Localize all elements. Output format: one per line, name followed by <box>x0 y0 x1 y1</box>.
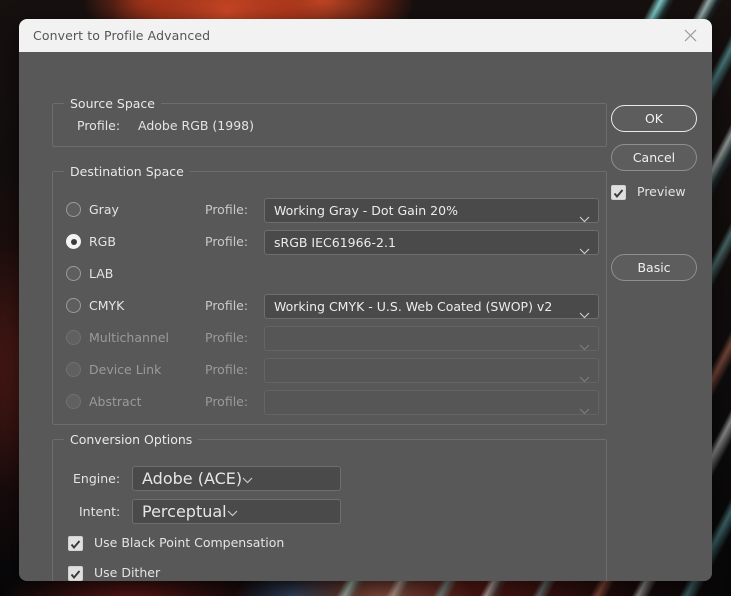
radio-label-rgb[interactable]: RGB <box>89 234 116 249</box>
profile-select-value-rgb: sRGB IEC61966-2.1 <box>274 235 396 250</box>
dialog-titlebar: Convert to Profile Advanced <box>19 19 712 52</box>
convert-to-profile-advanced-dialog: Convert to Profile Advanced Source Space… <box>19 19 712 581</box>
profile-select-device-link <box>264 358 599 383</box>
close-button[interactable] <box>668 19 712 52</box>
source-profile-label: Profile: <box>77 118 121 133</box>
profile-select-cmyk[interactable]: Working CMYK - U.S. Web Coated (SWOP) v2 <box>264 294 599 319</box>
dialog-body: Source Space Profile: Adobe RGB (1998) D… <box>19 52 712 581</box>
radio-label-gray[interactable]: Gray <box>89 202 119 217</box>
destination-space-group-title: Destination Space <box>64 164 190 179</box>
chevron-down-icon <box>579 240 590 259</box>
radio-rgb[interactable] <box>66 234 81 249</box>
chevron-down-icon <box>579 336 590 355</box>
radio-gray[interactable] <box>66 202 81 217</box>
conversion-options-group: Conversion Options Engine: Adobe (ACE) I… <box>52 432 607 581</box>
intent-label: Intent: <box>79 504 121 519</box>
engine-select-value: Adobe (ACE) <box>142 469 243 488</box>
profile-select-value-gray: Working Gray - Dot Gain 20% <box>274 203 458 218</box>
profile-select-abstract <box>264 390 599 415</box>
profile-label-abstract: Profile: <box>205 394 249 409</box>
radio-device-link <box>66 362 81 377</box>
chevron-down-icon <box>579 304 590 323</box>
destination-row-device-link: Device Link Profile: <box>53 358 606 384</box>
destination-row-multichannel: Multichannel Profile: <box>53 326 606 352</box>
radio-cmyk[interactable] <box>66 298 81 313</box>
checkbox-black-point-compensation[interactable] <box>68 536 83 551</box>
source-space-group-title: Source Space <box>64 96 161 111</box>
engine-label: Engine: <box>73 471 121 486</box>
destination-row-abstract: Abstract Profile: <box>53 390 606 416</box>
profile-label-cmyk: Profile: <box>205 298 249 313</box>
ok-button[interactable]: OK <box>611 105 697 132</box>
profile-label-gray: Profile: <box>205 202 249 217</box>
checkbox-label-use-dither: Use Dither <box>94 565 161 580</box>
desktop-background: Convert to Profile Advanced Source Space… <box>0 0 731 596</box>
chevron-down-icon <box>242 469 253 488</box>
radio-multichannel <box>66 330 81 345</box>
intent-select-value: Perceptual <box>142 502 227 521</box>
profile-select-value-cmyk: Working CMYK - U.S. Web Coated (SWOP) v2 <box>274 299 553 314</box>
cancel-button[interactable]: Cancel <box>611 144 697 171</box>
basic-button-label: Basic <box>637 260 671 275</box>
destination-row-rgb: RGB Profile: sRGB IEC61966-2.1 <box>53 230 606 256</box>
profile-select-rgb[interactable]: sRGB IEC61966-2.1 <box>264 230 599 255</box>
radio-label-cmyk[interactable]: CMYK <box>89 298 124 313</box>
intent-select[interactable]: Perceptual <box>132 499 341 524</box>
profile-label-device-link: Profile: <box>205 362 249 377</box>
radio-label-device-link: Device Link <box>89 362 162 377</box>
profile-select-multichannel <box>264 326 599 351</box>
chevron-down-icon <box>579 368 590 387</box>
radio-lab[interactable] <box>66 266 81 281</box>
preview-checkbox[interactable] <box>611 185 626 200</box>
destination-space-group: Destination Space Gray Profile: Working Gr… <box>52 164 607 425</box>
preview-label: Preview <box>637 184 686 199</box>
chevron-down-icon <box>227 502 238 521</box>
dialog-title: Convert to Profile Advanced <box>33 28 211 43</box>
profile-label-multichannel: Profile: <box>205 330 249 345</box>
ok-button-label: OK <box>644 111 664 126</box>
checkbox-use-dither[interactable] <box>68 566 83 581</box>
profile-select-gray[interactable]: Working Gray - Dot Gain 20% <box>264 198 599 223</box>
radio-label-multichannel: Multichannel <box>89 330 170 345</box>
source-profile-value: Adobe RGB (1998) <box>138 118 254 133</box>
basic-button[interactable]: Basic <box>611 254 697 281</box>
conversion-options-group-title: Conversion Options <box>64 432 199 447</box>
source-space-group: Source Space Profile: Adobe RGB (1998) <box>52 96 607 147</box>
checkbox-label-black-point-compensation: Use Black Point Compensation <box>94 535 285 550</box>
radio-label-lab[interactable]: LAB <box>89 266 113 281</box>
destination-row-cmyk: CMYK Profile: Working CMYK - U.S. Web Coat… <box>53 294 606 320</box>
close-icon <box>684 29 697 42</box>
chevron-down-icon <box>579 208 590 227</box>
cancel-button-label: Cancel <box>632 150 676 165</box>
radio-label-abstract: Abstract <box>89 394 142 409</box>
profile-label-rgb: Profile: <box>205 234 249 249</box>
radio-abstract <box>66 394 81 409</box>
chevron-down-icon <box>579 400 590 419</box>
destination-row-gray: Gray Profile: Working Gray - Dot Gain 20% <box>53 198 606 224</box>
destination-row-lab: LAB <box>53 262 606 288</box>
engine-select[interactable]: Adobe (ACE) <box>132 466 341 491</box>
